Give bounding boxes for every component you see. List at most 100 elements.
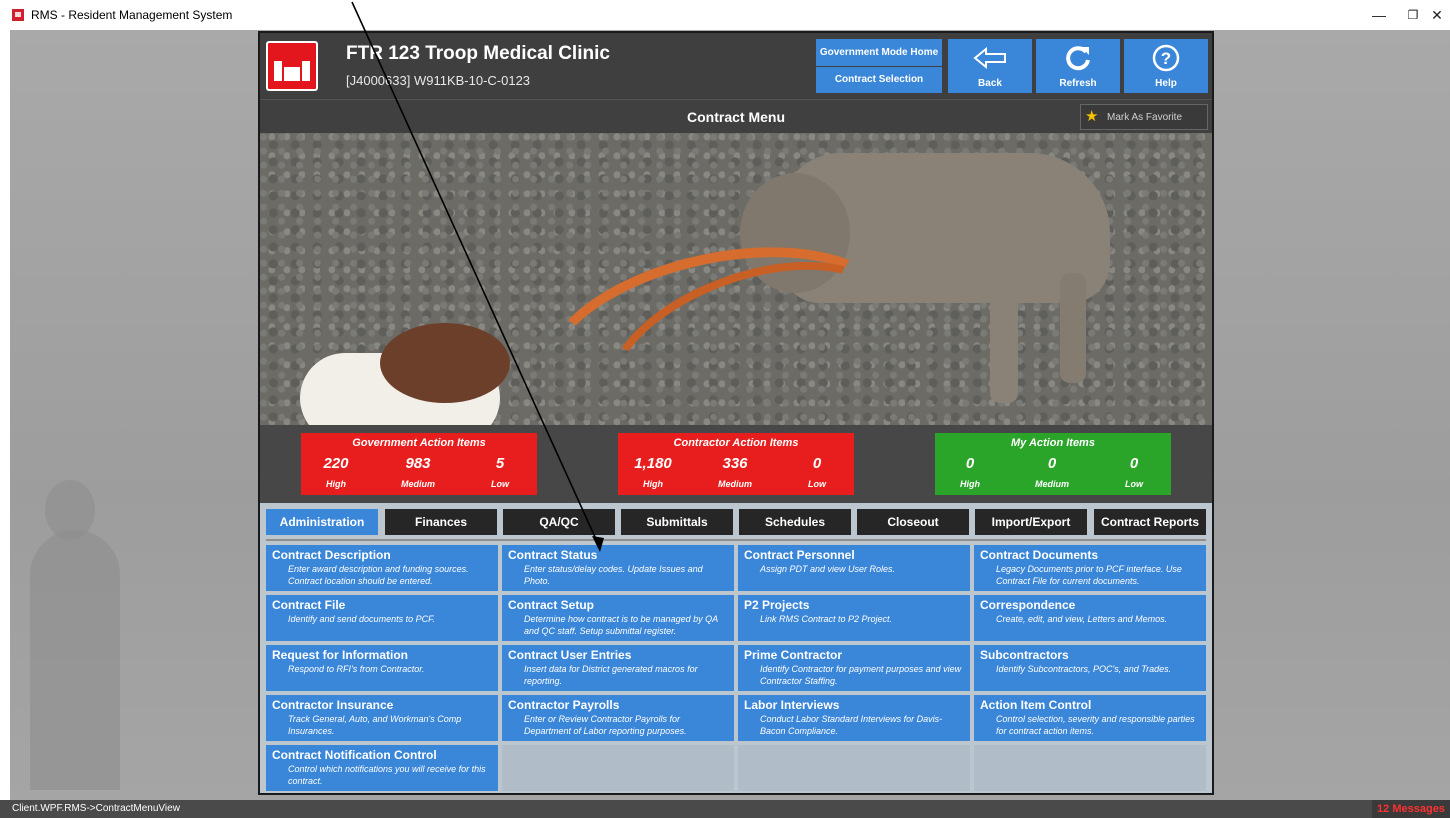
tile-p2-projects[interactable]: P2 Projects Link RMS Contract to P2 Proj… bbox=[738, 595, 970, 641]
contract-number: [J4000633] W911KB-10-C-0123 bbox=[346, 73, 531, 88]
refresh-button[interactable]: Refresh bbox=[1036, 39, 1120, 93]
tile-description: Conduct Labor Standard Interviews for Da… bbox=[760, 714, 943, 736]
tile-description: Control which notifications you will rec… bbox=[288, 764, 486, 786]
contract-title: FTR 123 Troop Medical Clinic bbox=[346, 43, 610, 64]
action-items-area: Government Action Items 220 983 5 High M… bbox=[260, 425, 1212, 503]
medium-count: 0 bbox=[1047, 455, 1057, 472]
tile-title: Contract Documents bbox=[980, 548, 1099, 562]
tab-administration[interactable]: Administration bbox=[266, 509, 378, 535]
usace-castle-logo bbox=[266, 41, 318, 91]
tile-contract-documents[interactable]: Contract Documents Legacy Documents prio… bbox=[974, 545, 1206, 591]
app-logo-icon bbox=[12, 9, 24, 21]
tile-description: Respond to RFI's from Contractor. bbox=[288, 664, 425, 674]
minimize-button[interactable]: — bbox=[1362, 0, 1396, 30]
tile-title: Contract Description bbox=[272, 548, 391, 562]
close-button[interactable]: ✕ bbox=[1420, 0, 1450, 30]
tab-schedules[interactable]: Schedules bbox=[739, 509, 851, 535]
low-count: 0 bbox=[1129, 455, 1139, 472]
tile-description: Create, edit, and view, Letters and Memo… bbox=[996, 614, 1168, 624]
tile-description: Track General, Auto, and Workman's Comp … bbox=[288, 714, 462, 736]
low-label: Low bbox=[808, 479, 826, 489]
tile-empty bbox=[974, 745, 1206, 791]
high-count: 0 bbox=[965, 455, 975, 472]
tile-description: Control selection, severity and responsi… bbox=[996, 714, 1195, 736]
tile-description: Enter or Review Contractor Payrolls for … bbox=[524, 714, 687, 736]
mark-as-favorite-button[interactable]: ★ Mark As Favorite bbox=[1080, 104, 1208, 130]
svg-text:?: ? bbox=[1161, 49, 1171, 68]
star-icon: ★ bbox=[1085, 108, 1099, 125]
tile-empty bbox=[738, 745, 970, 791]
tile-description: Identify and send documents to PCF. bbox=[288, 614, 435, 624]
tile-description: Legacy Documents prior to PCF interface.… bbox=[996, 564, 1182, 586]
tile-description: Assign PDT and view User Roles. bbox=[760, 564, 896, 574]
tile-title: Prime Contractor bbox=[744, 648, 843, 662]
back-label: Back bbox=[978, 78, 1002, 89]
tile-subcontractors[interactable]: Subcontractors Identify Subcontractors, … bbox=[974, 645, 1206, 691]
photo-dog-gray-leg bbox=[1060, 273, 1086, 383]
tile-labor-interviews[interactable]: Labor Interviews Conduct Labor Standard … bbox=[738, 695, 970, 741]
contract-photo bbox=[260, 133, 1212, 425]
tile-empty bbox=[502, 745, 734, 791]
action-box-title: My Action Items bbox=[1011, 437, 1095, 449]
tile-contractor-insurance[interactable]: Contractor Insurance Track General, Auto… bbox=[266, 695, 498, 741]
low-count: 5 bbox=[495, 455, 505, 472]
refresh-label: Refresh bbox=[1059, 78, 1097, 89]
tab-contract-reports[interactable]: Contract Reports bbox=[1094, 509, 1206, 535]
tile-title: P2 Projects bbox=[744, 598, 810, 612]
tile-request-for-information[interactable]: Request for Information Respond to RFI's… bbox=[266, 645, 498, 691]
window-title: RMS - Resident Management System bbox=[31, 8, 233, 22]
tile-contract-file[interactable]: Contract File Identify and send document… bbox=[266, 595, 498, 641]
back-arrow-icon bbox=[948, 43, 1032, 73]
status-bar: Client.WPF.RMS->ContractMenuView 12 Mess… bbox=[0, 800, 1450, 818]
high-count: 220 bbox=[323, 455, 349, 472]
tile-contract-notification-control[interactable]: Contract Notification Control Control wh… bbox=[266, 745, 498, 791]
tile-title: Request for Information bbox=[272, 648, 409, 662]
tile-description: Identify Contractor for payment purposes… bbox=[760, 664, 962, 686]
photo-dog-gray-leg bbox=[990, 283, 1018, 403]
tab-import-export[interactable]: Import/Export bbox=[975, 509, 1087, 535]
contractor-action-items[interactable]: Contractor Action Items 1,180 336 0 High… bbox=[618, 433, 854, 495]
government-action-items[interactable]: Government Action Items 220 983 5 High M… bbox=[301, 433, 537, 495]
medium-label: Medium bbox=[717, 479, 752, 489]
high-count: 1,180 bbox=[634, 455, 672, 472]
tile-title: Contract Personnel bbox=[744, 548, 855, 562]
contract-selection-button[interactable]: Contract Selection bbox=[816, 67, 942, 93]
tile-contract-status[interactable]: Contract Status Enter status/delay codes… bbox=[502, 545, 734, 591]
high-label: High bbox=[643, 479, 663, 489]
tile-description: Enter status/delay codes. Update Issues … bbox=[524, 564, 703, 586]
tile-contract-setup[interactable]: Contract Setup Determine how contract is… bbox=[502, 595, 734, 641]
tile-description: Link RMS Contract to P2 Project. bbox=[760, 614, 893, 624]
tile-description: Identify Subcontractors, POC's, and Trad… bbox=[996, 664, 1172, 674]
page-title: Contract Menu bbox=[687, 109, 785, 125]
high-label: High bbox=[960, 479, 980, 489]
back-button[interactable]: Back bbox=[948, 39, 1032, 93]
tile-action-item-control[interactable]: Action Item Control Control selection, s… bbox=[974, 695, 1206, 741]
tile-contract-user-entries[interactable]: Contract User Entries Insert data for Di… bbox=[502, 645, 734, 691]
tile-title: Contract Setup bbox=[508, 598, 595, 612]
tile-title: Subcontractors bbox=[980, 648, 1069, 662]
tile-title: Contract Status bbox=[508, 548, 598, 562]
photo-dog-white-spot bbox=[380, 323, 510, 403]
tile-description: Determine how contract is to be managed … bbox=[524, 614, 718, 636]
help-label: Help bbox=[1155, 78, 1177, 89]
tile-contract-description[interactable]: Contract Description Enter award descrip… bbox=[266, 545, 498, 591]
tab-finances[interactable]: Finances bbox=[385, 509, 497, 535]
government-mode-home-button[interactable]: Government Mode Home bbox=[816, 39, 942, 66]
tab-closeout[interactable]: Closeout bbox=[857, 509, 969, 535]
tile-description: Insert data for District generated macro… bbox=[524, 664, 698, 686]
help-button[interactable]: ? Help bbox=[1124, 39, 1208, 93]
tile-title: Action Item Control bbox=[980, 698, 1092, 712]
my-action-items[interactable]: My Action Items 0 0 0 High Medium Low bbox=[935, 433, 1171, 495]
tab-qa-qc[interactable]: QA/QC bbox=[503, 509, 615, 535]
messages-button[interactable]: 12 Messages bbox=[1372, 800, 1450, 818]
tile-correspondence[interactable]: Correspondence Create, edit, and view, L… bbox=[974, 595, 1206, 641]
tile-title: Contract File bbox=[272, 598, 346, 612]
tab-submittals[interactable]: Submittals bbox=[621, 509, 733, 535]
tile-prime-contractor[interactable]: Prime Contractor Identify Contractor for… bbox=[738, 645, 970, 691]
menu-titlebar: Contract Menu ★ Mark As Favorite bbox=[260, 99, 1212, 133]
tile-contract-personnel[interactable]: Contract Personnel Assign PDT and view U… bbox=[738, 545, 970, 591]
action-box-title: Government Action Items bbox=[352, 437, 486, 449]
medium-label: Medium bbox=[1034, 479, 1069, 489]
tile-contractor-payrolls[interactable]: Contractor Payrolls Enter or Review Cont… bbox=[502, 695, 734, 741]
header: FTR 123 Troop Medical Clinic [J4000633] … bbox=[260, 33, 1212, 98]
